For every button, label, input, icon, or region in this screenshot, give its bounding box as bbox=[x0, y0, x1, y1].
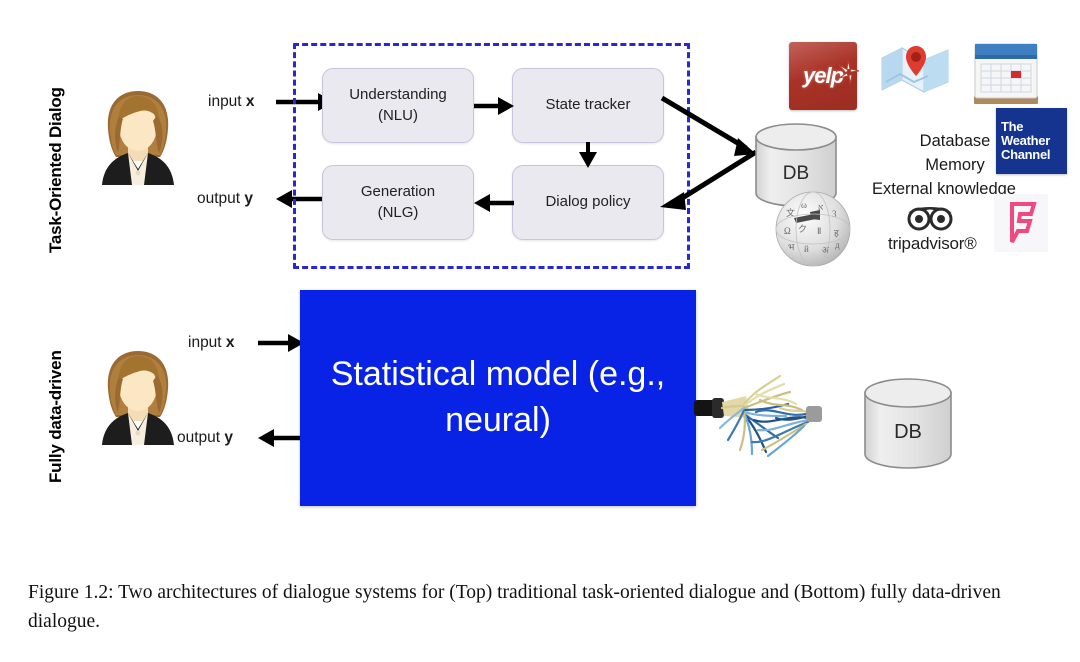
module-nlg[interactable]: Generation (NLG) bbox=[322, 165, 474, 240]
module-nlu[interactable]: Understanding (NLU) bbox=[322, 68, 474, 143]
wikipedia-globe-logo[interactable]: 文ω א 3Ω ク Ⅱ हभ йअд bbox=[774, 190, 852, 268]
arrow-nlu-to-state-tracker bbox=[474, 97, 514, 115]
top-input-var: x bbox=[245, 93, 255, 110]
bottom-input-label: input x bbox=[188, 334, 235, 352]
svg-text:ह: ह bbox=[834, 228, 839, 238]
user-avatar-bottom bbox=[102, 351, 174, 445]
bottom-output-label: output y bbox=[177, 429, 233, 447]
bottom-input-arrow bbox=[258, 334, 304, 352]
figure-caption: Figure 1.2: Two architectures of dialogu… bbox=[28, 582, 1001, 633]
bottom-input-prefix: input bbox=[188, 334, 226, 351]
svg-text:й: й bbox=[804, 244, 809, 254]
row-label-fully-data-driven: Fully data-driven bbox=[46, 350, 65, 483]
calendar-logo[interactable] bbox=[970, 40, 1042, 106]
database-label-top: DB bbox=[783, 163, 809, 184]
bottom-output-var: y bbox=[224, 429, 234, 446]
top-input-label: input x bbox=[208, 93, 255, 111]
bottom-input-var: x bbox=[225, 334, 235, 351]
user-avatar-top bbox=[102, 91, 174, 185]
svg-text:ク: ク bbox=[798, 224, 807, 234]
arrow-dialog-policy-to-nlg bbox=[474, 194, 514, 212]
statistical-model-box[interactable]: Statistical model (e.g., neural) bbox=[300, 290, 696, 506]
knowledge-line-memory: Memory bbox=[925, 155, 985, 174]
knowledge-line-database: Database bbox=[919, 132, 991, 150]
yelp-logo-text: yelp bbox=[802, 63, 844, 88]
module-state-tracker-line1: State tracker bbox=[545, 96, 631, 114]
database-label-bottom: DB bbox=[894, 421, 922, 443]
top-output-var: y bbox=[244, 190, 254, 207]
statistical-model-line1: Statistical model bbox=[330, 355, 579, 394]
figure-container: Task-Oriented Dialog Fully data-driven i… bbox=[0, 0, 1080, 662]
module-state-tracker[interactable]: State tracker bbox=[512, 68, 664, 143]
bottom-output-prefix: output bbox=[177, 429, 225, 446]
module-nlg-line1: Generation bbox=[360, 183, 436, 201]
svg-text:Ω: Ω bbox=[784, 226, 791, 236]
svg-text:Ⅱ: Ⅱ bbox=[817, 226, 821, 236]
module-dialog-policy[interactable]: Dialog policy bbox=[512, 165, 664, 240]
foursquare-logo[interactable] bbox=[994, 194, 1048, 252]
yelp-burst-icon bbox=[838, 59, 860, 85]
top-input-prefix: input bbox=[208, 93, 246, 110]
module-nlu-line2: (NLU) bbox=[377, 106, 418, 124]
tripadvisor-logo-text: tripadvisor® bbox=[888, 234, 977, 253]
knowledge-sources-text: Database Memory External knowledge bbox=[872, 130, 1030, 202]
arrow-state-tracker-to-dialog-policy bbox=[579, 142, 597, 168]
frayed-cable bbox=[694, 374, 822, 458]
bottom-output-arrow bbox=[258, 429, 304, 447]
tripadvisor-owl-icon[interactable] bbox=[906, 205, 954, 231]
top-output-prefix: output bbox=[197, 190, 245, 207]
maps-logo[interactable] bbox=[880, 38, 954, 100]
foursquare-icon bbox=[1010, 202, 1037, 243]
module-dialog-policy-line1: Dialog policy bbox=[545, 193, 631, 211]
svg-text:д: д bbox=[835, 240, 840, 250]
top-output-label: output y bbox=[197, 190, 253, 208]
module-nlu-line1: Understanding bbox=[349, 86, 447, 104]
svg-text:भ: भ bbox=[788, 242, 795, 252]
row-label-task-oriented-dialog: Task-Oriented Dialog bbox=[46, 87, 65, 253]
module-nlg-line2: (NLG) bbox=[377, 203, 419, 221]
database-cylinder-bottom: DB bbox=[864, 378, 952, 469]
